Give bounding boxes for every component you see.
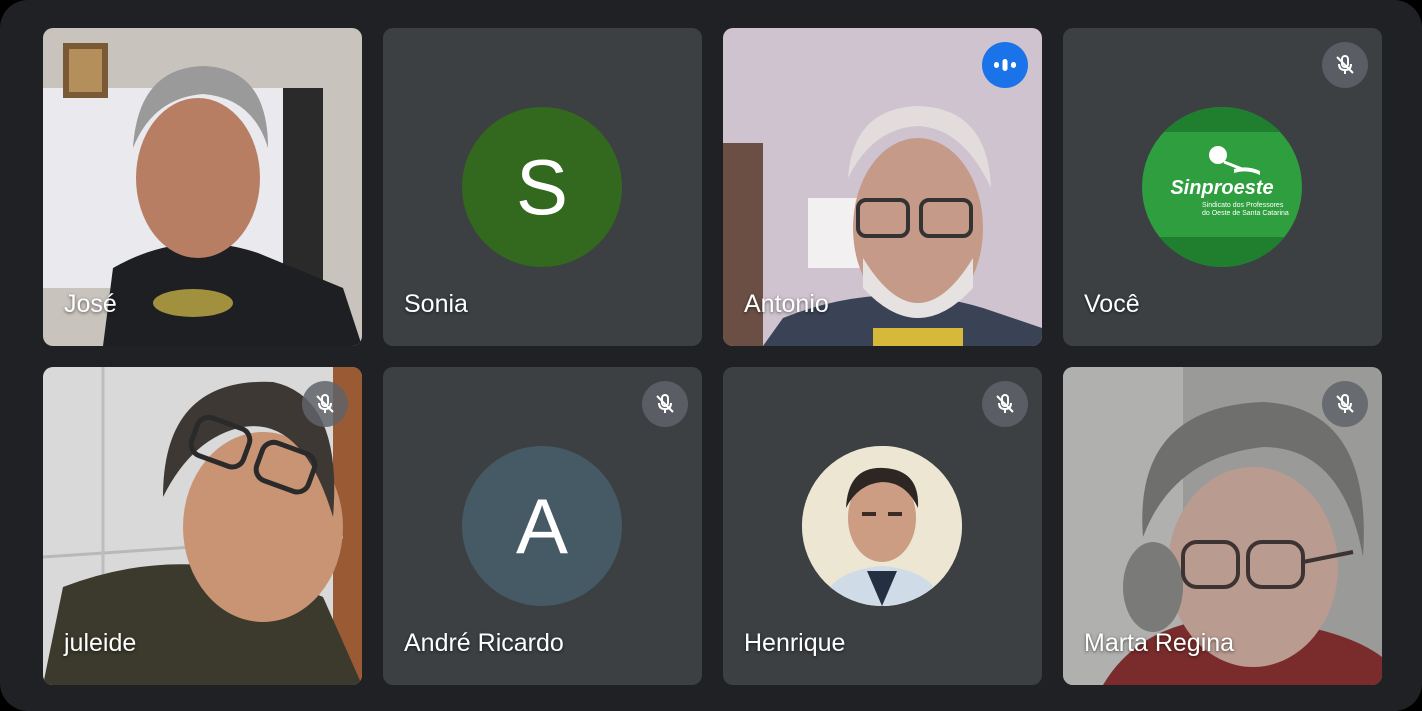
participant-name: juleide <box>64 629 137 657</box>
participant-grid: José S Sonia Antonio Sinproeste Sindicat… <box>43 28 1382 685</box>
logo-title: Sinproeste <box>1170 177 1274 199</box>
participant-name: José <box>64 290 117 318</box>
logo-line1: Sindicato dos Professores <box>1202 202 1284 209</box>
participant-name: Marta Regina <box>1084 629 1235 657</box>
participant-tile-voce[interactable]: Sinproeste Sindicato dos Professores do … <box>1063 28 1382 346</box>
mic-off-icon <box>1322 381 1368 427</box>
participant-name: Sonia <box>404 290 468 318</box>
participant-name: Você <box>1084 290 1140 318</box>
sinproeste-logo: Sinproeste Sindicato dos Professores do … <box>1142 107 1302 267</box>
avatar: A <box>462 446 622 606</box>
participant-tile-antonio[interactable]: Antonio <box>723 28 1042 346</box>
participant-tile-juleide[interactable]: juleide <box>43 367 362 685</box>
meeting-window: José S Sonia Antonio Sinproeste Sindicat… <box>0 0 1422 711</box>
participant-tile-andre-ricardo[interactable]: A André Ricardo <box>383 367 702 685</box>
participant-name: André Ricardo <box>404 629 564 657</box>
participant-tile-henrique[interactable]: Henrique <box>723 367 1042 685</box>
participant-tile-jose[interactable]: José <box>43 28 362 346</box>
mic-off-icon <box>642 381 688 427</box>
mic-off-icon <box>982 381 1028 427</box>
mic-off-icon <box>302 381 348 427</box>
participant-tile-marta-regina[interactable]: Marta Regina <box>1063 367 1382 685</box>
avatar: S <box>462 107 622 267</box>
participant-tile-sonia[interactable]: S Sonia <box>383 28 702 346</box>
participant-name: Henrique <box>744 629 846 657</box>
mic-off-icon <box>1322 42 1368 88</box>
logo-line2: do Oeste de Santa Catarina <box>1202 210 1289 217</box>
avatar <box>802 446 962 606</box>
participant-name: Antonio <box>744 290 829 318</box>
speaking-indicator-icon <box>982 42 1028 88</box>
